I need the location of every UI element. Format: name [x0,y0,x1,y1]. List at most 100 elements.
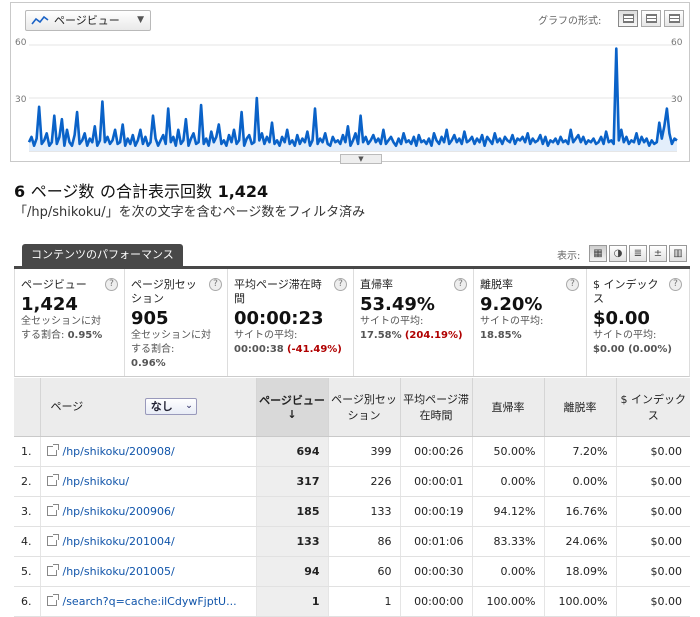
y-axis-label-left-top: 60 [15,38,27,48]
header-sessions[interactable]: ページ別セッション [328,378,401,437]
scorecard-label: 直帰率 [360,278,393,291]
open-external-icon[interactable] [46,563,59,576]
exit-cell: 0.00% [544,466,617,497]
open-external-icon[interactable] [46,473,59,486]
view-pivot-button[interactable]: ▥ [669,245,687,262]
open-external-icon[interactable] [46,443,59,456]
pageviews-cell: 694 [256,436,329,467]
header-pageviews[interactable]: ページビュー ↓ [256,378,329,437]
bounce-cell: 0.00% [472,556,545,587]
header-avg-time[interactable]: 平均ページ滞在時間 [400,378,473,437]
page-link[interactable]: /hp/shikoku/200906/ [63,505,175,518]
scorecard-pageviews: ページビュー 1,424 全セッションに対 する割合: 0.95% ? [15,269,125,376]
table-row: 4. /hp/shikoku/201004/133 86 00:01:06 83.33%… [14,526,690,557]
header-page-label: ページ [50,400,84,414]
header-index-value[interactable]: $ インデックス [616,378,690,437]
page-cell: /hp/shikoku/200908/ [40,436,257,467]
scorecard-sub: サイトの平均: 17.58% (204.19%) [360,316,463,341]
open-external-icon[interactable] [46,533,59,546]
sessions-cell: 86 [328,526,401,557]
metric-selector[interactable]: ページビュー ▼ [25,10,151,31]
row-number: 2. [14,466,41,497]
secondary-dimension-select[interactable]: なし ⌄ [144,398,197,416]
scorecard-label: 平均ページ滞在時間 [234,278,322,305]
index-cell: $0.00 [616,586,690,617]
calendar-day-icon [623,14,634,23]
view-table-button[interactable]: ▦ [589,245,607,262]
page-cell: /search?q=cache:ilCdywFjptU... [40,586,257,617]
scorecard-sub: サイトの平均: 00:00:38 (-41.49%) [234,330,342,355]
line-chart-icon [31,15,49,25]
open-external-icon[interactable] [46,593,59,606]
pageviews-cell: 317 [256,466,329,497]
avg-time-cell: 00:00:00 [400,586,473,617]
help-icon[interactable]: ? [334,278,347,291]
sort-desc-icon: ↓ [287,408,297,422]
bounce-cell: 0.00% [472,466,545,497]
page-link[interactable]: /hp/shikoku/ [63,475,130,488]
y-axis-label-right-top: 60 [671,38,683,48]
graph-format-week-button[interactable] [641,10,661,27]
content-performance-table: ページ なし ⌄ ページビュー ↓ ページ別セッション 平均ページ滞在時間 直帰率… [14,378,690,617]
page-link[interactable]: /hp/shikoku/201005/ [63,565,175,578]
row-number: 3. [14,496,41,527]
open-external-icon[interactable] [46,503,59,516]
summary-title: 6 ページ数 の合計表示回数 1,424 [14,178,268,202]
page-link[interactable]: /search?q=cache:ilCdywFjptU... [63,595,237,608]
bounce-cell: 83.33% [472,526,545,557]
scorecard-sub: サイトの平均: 18.85% [480,316,544,341]
grid-icon: ▦ [593,248,603,259]
graph-format-day-button[interactable] [618,10,638,27]
table-row: 6./search?q=cache:ilCdywFjptU... 1 1 00:00:… [14,586,690,617]
index-cell: $0.00 [616,496,690,527]
avg-time-cell: 00:00:26 [400,436,473,467]
scorecard-label: ページ別セッション [131,278,197,305]
summary-text-2: の合計表示回数 [99,182,212,201]
table-row: 2./hp/shikoku/317 226 00:00:01 0.00% 0.00% $0… [14,466,690,497]
bounce-cell: 50.00% [472,436,545,467]
help-icon[interactable]: ? [566,278,579,291]
tab-content-performance[interactable]: コンテンツのパフォーマンス [22,244,183,266]
summary-total: 1,424 [217,182,269,201]
scorecard-value: 00:00:23 [234,308,324,329]
help-icon[interactable]: ? [105,278,118,291]
view-pie-button[interactable]: ◑ [609,245,627,262]
scorecard-sessions: ページ別セッション 905 全セッションに対 する割合: 0.96% ? [125,269,228,376]
index-cell: $0.00 [616,466,690,497]
view-label: 表示: [557,251,581,262]
page-link[interactable]: /hp/shikoku/201004/ [63,535,175,548]
sessions-cell: 1 [328,586,401,617]
row-number: 4. [14,526,41,557]
pageviews-cell: 94 [256,556,329,587]
exit-cell: 7.20% [544,436,617,467]
view-compare-button[interactable]: ± [649,245,667,262]
header-index [14,378,41,437]
scorecard-sub: 全セッションに対 する割合: 0.96% [131,330,211,369]
help-icon[interactable]: ? [669,278,682,291]
metric-selector-label: ページビュー [54,14,120,27]
view-bar-button[interactable]: ≣ [629,245,647,262]
scorecard-dollar-index: $ インデックス $0.00 サイトの平均: $0.00 (0.00%) ? [587,269,689,376]
scorecard-sub: 全セッションに対 する割合: 0.95% [21,316,103,341]
index-cell: $0.00 [616,436,690,467]
chart-resize-handle[interactable]: ▼ [340,154,382,164]
graph-format-month-button[interactable] [664,10,684,27]
header-bounce[interactable]: 直帰率 [472,378,545,437]
index-cell: $0.00 [616,556,690,587]
row-number: 1. [14,436,41,467]
avg-time-cell: 00:00:19 [400,496,473,527]
sessions-cell: 399 [328,436,401,467]
page-link[interactable]: /hp/shikoku/200908/ [63,445,175,458]
scorecard-value: $0.00 [593,308,650,329]
sessions-cell: 226 [328,466,401,497]
avg-time-cell: 00:00:01 [400,466,473,497]
bounce-cell: 94.12% [472,496,545,527]
exit-cell: 100.00% [544,586,617,617]
help-icon[interactable]: ? [454,278,467,291]
scorecard-value: 1,424 [21,294,78,315]
header-exit[interactable]: 離脱率 [544,378,617,437]
y-axis-label-right-mid: 30 [671,95,683,105]
table-row: 1. /hp/shikoku/200908/694 399 00:00:26 50.00… [14,436,690,467]
help-icon[interactable]: ? [209,278,222,291]
pageviews-cell: 185 [256,496,329,527]
